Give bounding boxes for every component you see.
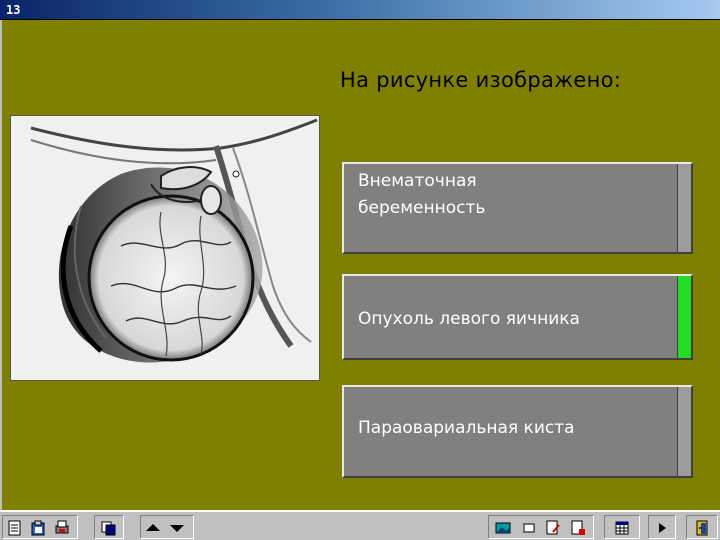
toolbar-group-nav [140,515,194,539]
exit-door-icon[interactable] [693,520,711,536]
title-bar: 13 [0,0,720,20]
window-frame [0,20,2,510]
square-icon[interactable] [520,520,538,536]
printer-icon[interactable] [53,520,71,536]
bottom-toolbar [0,510,720,540]
answer-label: Опухоль левого яичника [358,309,580,329]
answer-indicator [677,164,691,252]
cards-icon[interactable] [100,520,118,536]
arrow-down-icon[interactable] [168,520,186,536]
edit-page-icon[interactable] [544,520,562,536]
check-page-icon[interactable] [569,520,587,536]
question-text: На рисунке изображено: [340,68,622,92]
calculator-icon[interactable] [613,520,631,536]
play-icon[interactable] [653,520,671,536]
window-title: 13 [6,3,21,17]
correct-answer-indicator [677,276,691,358]
answer-option-3[interactable]: Параовариальная киста [342,385,693,478]
toolbar-group-tools [488,515,594,539]
answer-option-1[interactable]: Внематочная беременность [342,162,693,254]
answer-label: Внематочная беременность [358,171,486,218]
anatomy-illustration [10,115,320,381]
answer-label: Параовариальная киста [358,418,575,438]
clipboard-icon[interactable] [29,520,47,536]
toolbar-group-exit [686,515,718,539]
answer-option-2[interactable]: Опухоль левого яичника [342,274,693,360]
toolbar-group-calc [604,515,640,539]
picture-icon[interactable] [494,520,512,536]
toolbar-group-view [94,515,124,539]
arrow-up-icon[interactable] [144,520,162,536]
toolbar-group-play [648,515,676,539]
document-icon[interactable] [6,520,24,536]
answer-indicator [677,387,691,476]
toolbar-group-file [2,515,78,539]
